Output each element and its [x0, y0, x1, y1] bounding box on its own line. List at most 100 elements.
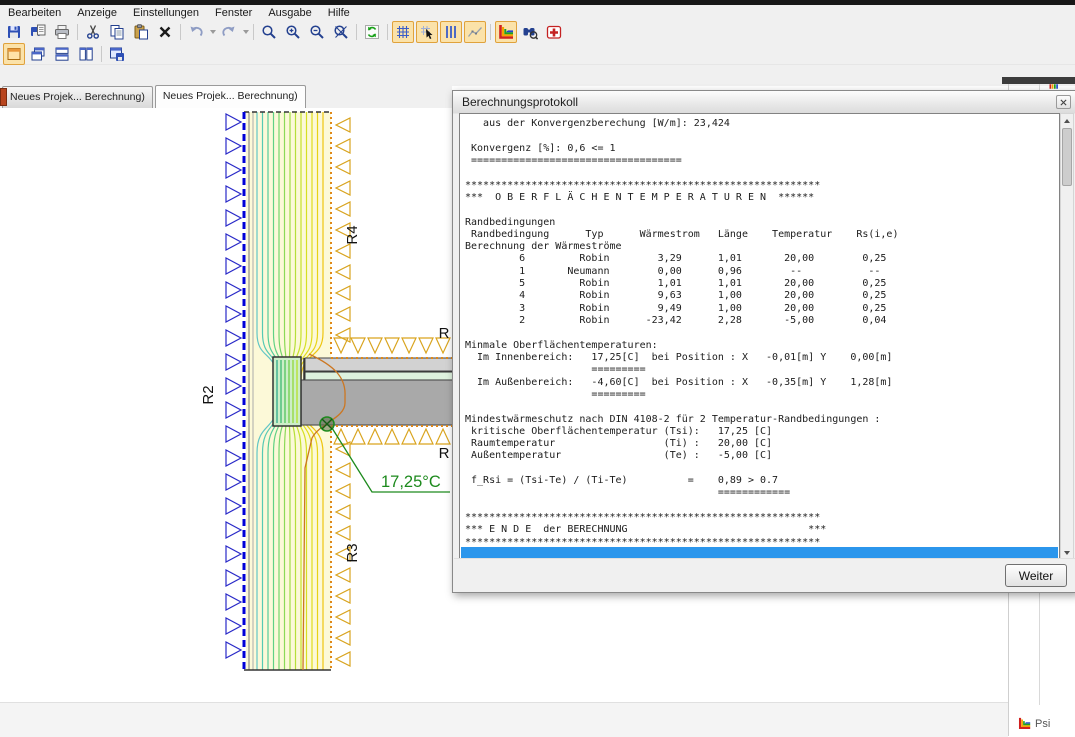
slab-top-bc-triangle [351, 338, 365, 353]
workspace-save-icon [109, 46, 125, 62]
window-new-icon [6, 46, 22, 62]
toolbar-separator [356, 24, 357, 40]
section-lines-button[interactable] [440, 21, 462, 43]
diagnostics-button[interactable] [543, 21, 565, 43]
slab-bottom-bc-triangle [368, 429, 382, 444]
undo-dropdown-arrow-icon[interactable] [208, 22, 217, 42]
menubar: BearbeitenAnzeigeEinstellungenFensterAus… [0, 5, 1075, 22]
exterior-bc-triangle [226, 570, 241, 586]
redo-button[interactable] [218, 21, 240, 43]
recalculate-icon [364, 24, 380, 40]
print-button[interactable] [51, 21, 73, 43]
windows-tile-vertical-icon [78, 46, 94, 62]
canvas-bottom-strip [0, 702, 1008, 737]
dialog-close-button[interactable] [1056, 95, 1071, 109]
min-temp-label: 17,25°C [381, 473, 441, 491]
slab-bottom-bc-triangle [351, 429, 365, 444]
toolbar-main [0, 21, 1075, 43]
protocol-text-area[interactable]: aus der Konvergenzberechung [W/m]: 23,42… [459, 113, 1060, 560]
menu-item-hilfe[interactable]: Hilfe [320, 5, 358, 21]
menu-item-bearbeiten[interactable]: Bearbeiten [0, 5, 69, 21]
undo-button[interactable] [185, 21, 207, 43]
zoom-button[interactable] [258, 21, 280, 43]
psi-logo-icon [1018, 717, 1031, 730]
toolbar-separator [101, 46, 102, 62]
boundary-label-r3: R3 [344, 543, 361, 562]
menu-item-ausgabe[interactable]: Ausgabe [260, 5, 319, 21]
close-icon [1060, 99, 1067, 106]
delete-icon [157, 24, 173, 40]
dialog-titlebar[interactable]: Berechnungsprotokoll [453, 91, 1075, 114]
cut-button[interactable] [82, 21, 104, 43]
exterior-bc-triangle [226, 114, 241, 130]
interior-bc-triangle [336, 610, 350, 624]
window-new-button[interactable] [3, 43, 25, 65]
save-button[interactable] [3, 21, 25, 43]
grid-button[interactable] [392, 21, 414, 43]
interior-bc-triangle [336, 652, 350, 666]
tab-1[interactable]: Neues Projek... Berechnung) [2, 86, 153, 108]
windows-tile-horizontal-button[interactable] [51, 43, 73, 65]
exterior-bc-triangle [226, 642, 241, 658]
profile-curve-button[interactable] [464, 21, 486, 43]
windows-cascade-icon [30, 46, 46, 62]
exterior-bc-triangle [226, 450, 241, 466]
exterior-bc-triangle [226, 546, 241, 562]
slab-bottom-bc-triangle [419, 429, 433, 444]
dialog-title: Berechnungsprotokoll [453, 95, 578, 109]
exterior-bc-triangle [226, 138, 241, 154]
scrollbar-thumb[interactable] [1062, 128, 1072, 186]
progress-highlight-bar [461, 547, 1058, 559]
exterior-bc-triangle [226, 282, 241, 298]
psi-mini-logo-icon [1047, 78, 1061, 87]
exterior-bc-triangle [226, 522, 241, 538]
delete-button[interactable] [154, 21, 176, 43]
zoom-out-button[interactable] [306, 21, 328, 43]
search-icon [522, 24, 538, 40]
recalculate-button[interactable] [361, 21, 383, 43]
save-icon [6, 24, 22, 40]
slab-top-bc-triangle [385, 338, 399, 353]
toolbar-separator [77, 24, 78, 40]
scroll-up-icon[interactable] [1061, 114, 1073, 127]
interior-bc-triangle [336, 505, 350, 519]
select-nodes-button[interactable] [416, 21, 438, 43]
profile-curve-icon [467, 24, 483, 40]
zoom-icon [261, 24, 277, 40]
toolbar-separator [490, 24, 491, 40]
section-lines-icon [443, 24, 459, 40]
slab-top-bc-triangle [402, 338, 416, 353]
menu-item-anzeige[interactable]: Anzeige [69, 5, 125, 21]
protocol-scrollbar[interactable] [1060, 113, 1074, 560]
interior-bc-triangle [336, 139, 350, 153]
copy-button[interactable] [106, 21, 128, 43]
zoom-in-button[interactable] [282, 21, 304, 43]
menu-item-einstellungen[interactable]: Einstellungen [125, 5, 207, 21]
diagnostics-icon [546, 24, 562, 40]
zoom-out-icon [309, 24, 325, 40]
exterior-bc-triangle [226, 354, 241, 370]
interior-bc-triangle [336, 328, 350, 342]
menu-item-fenster[interactable]: Fenster [207, 5, 260, 21]
interior-bc-triangle [336, 286, 350, 300]
windows-cascade-button[interactable] [27, 43, 49, 65]
windows-tile-vertical-button[interactable] [75, 43, 97, 65]
zoom-off-button[interactable] [330, 21, 352, 43]
undo-icon [188, 24, 204, 40]
save-all-button[interactable] [27, 21, 49, 43]
isotherms-button[interactable] [495, 21, 517, 43]
workspace-save-button[interactable] [106, 43, 128, 65]
slab-top-bc-triangle [368, 338, 382, 353]
exterior-bc-triangle [226, 330, 241, 346]
isotherms-icon [498, 24, 514, 40]
redo-dropdown-arrow-icon[interactable] [241, 22, 250, 42]
psi-panel-badge: Psi [1018, 717, 1050, 730]
paste-icon [133, 24, 149, 40]
tab-2-active[interactable]: Neues Projek... Berechnung) [155, 85, 306, 108]
boundary-label-r2: R2 [200, 385, 217, 404]
zoom-in-icon [285, 24, 301, 40]
document-tab-bar: Neues Projek... Berechnung)Neues Projek.… [0, 86, 452, 108]
search-button[interactable] [519, 21, 541, 43]
paste-button[interactable] [130, 21, 152, 43]
weiter-button[interactable]: Weiter [1005, 564, 1067, 587]
